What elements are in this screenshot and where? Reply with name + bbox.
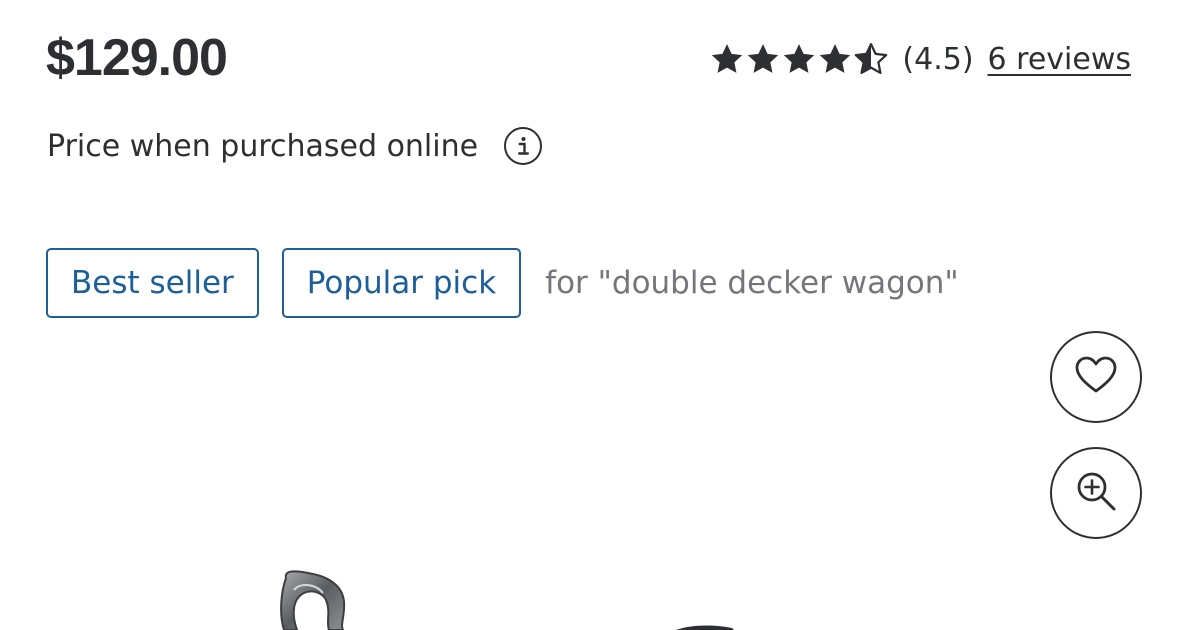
favorite-button[interactable] (1050, 331, 1142, 423)
badge-context-text: for "double decker wagon" (545, 265, 959, 301)
reviews-link[interactable]: 6 reviews (988, 42, 1131, 77)
info-icon[interactable] (504, 127, 543, 165)
heart-icon (1074, 355, 1118, 399)
star-half-icon (854, 43, 888, 75)
zoom-in-icon (1074, 469, 1118, 517)
price-note-text: Price when purchased online (47, 128, 479, 164)
star-full-icon (710, 43, 744, 75)
rating-value: (4.5) (902, 41, 974, 77)
price-note: Price when purchased online (47, 124, 543, 168)
popular-pick-badge: Popular pick (281, 248, 522, 318)
star-full-icon (818, 43, 852, 75)
rating-summary: (4.5) 6 reviews (710, 36, 1131, 82)
star-full-icon (782, 43, 816, 75)
zoom-button[interactable] (1050, 447, 1142, 539)
product-image (280, 570, 734, 630)
star-rating (710, 43, 888, 75)
best-seller-badge: Best seller (46, 248, 259, 318)
star-full-icon (746, 43, 780, 75)
product-price: $129.00 (46, 29, 228, 87)
badge-row: Best seller Popular pick for "double dec… (46, 248, 959, 318)
